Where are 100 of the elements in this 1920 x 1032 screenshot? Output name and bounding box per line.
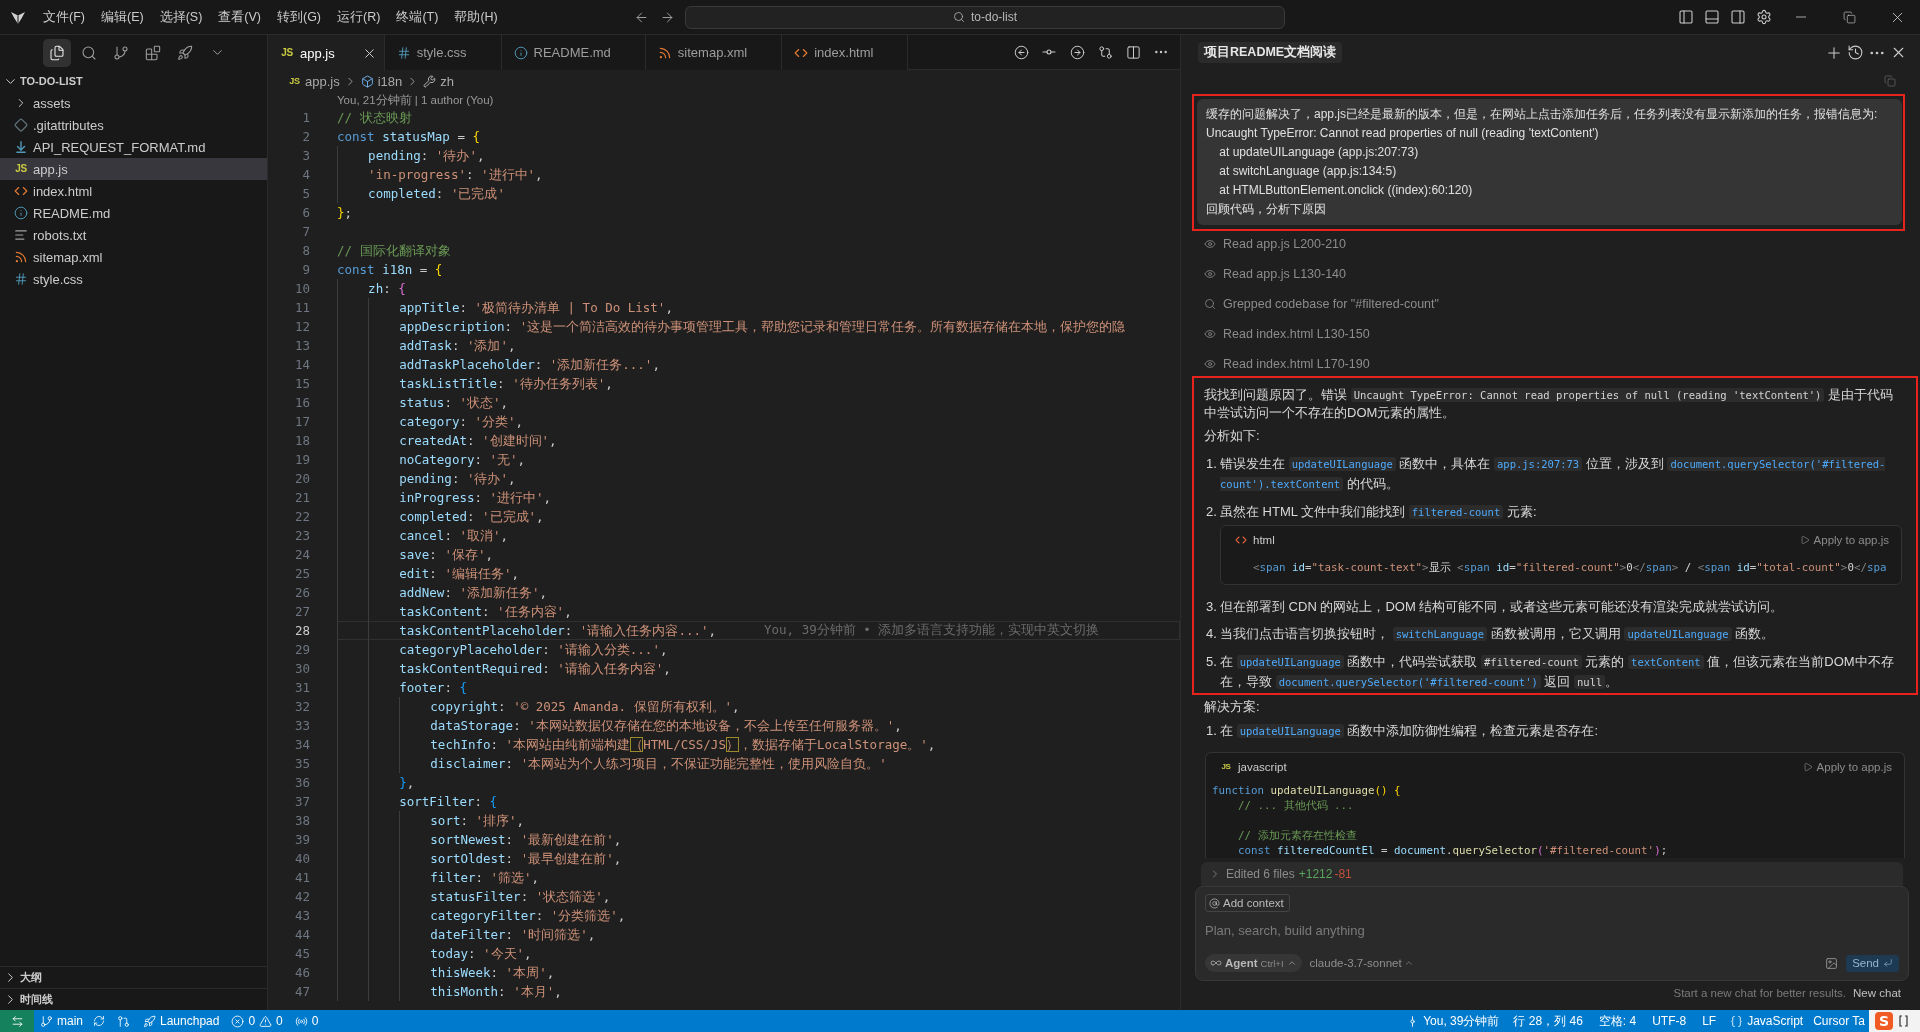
blame-status-button[interactable]: You, 39分钟前 bbox=[1400, 1010, 1506, 1032]
apply-button[interactable]: Apply to app.js bbox=[1802, 760, 1892, 773]
language-mode-button[interactable]: JavaScript bbox=[1724, 1010, 1810, 1032]
line-number: 10 bbox=[293, 280, 311, 298]
command-center-search[interactable]: to-do-list bbox=[685, 5, 1285, 29]
section-header[interactable]: 大纲 bbox=[0, 966, 267, 988]
code-line: footer: { bbox=[337, 678, 467, 697]
left-panel-icon[interactable] bbox=[1678, 9, 1694, 25]
pull-request-icon[interactable] bbox=[116, 1014, 130, 1028]
agent-mode-button[interactable]: Agent Ctrl+I bbox=[1205, 954, 1302, 972]
cursor-tab-button[interactable]: Cursor Ta bbox=[1809, 1010, 1869, 1032]
blocks-icon bbox=[145, 44, 161, 61]
problems-button[interactable]: 0 0 bbox=[225, 1010, 289, 1032]
code-line: taskContentRequired: '请输入任务内容', bbox=[337, 659, 671, 678]
add-context-button[interactable]: Add context bbox=[1205, 894, 1290, 912]
editor-tab[interactable]: style.css bbox=[384, 35, 502, 70]
folder-item[interactable]: assets bbox=[0, 92, 267, 114]
circle-arrow-left-icon[interactable] bbox=[1013, 44, 1029, 60]
send-button[interactable]: Send bbox=[1846, 954, 1899, 972]
model-selector[interactable]: claude-3.7-sonnet bbox=[1309, 957, 1414, 969]
menu-item[interactable]: 编辑(E) bbox=[92, 5, 152, 29]
chat-input[interactable]: Plan, search, build anything bbox=[1205, 917, 1899, 943]
chat-tab[interactable]: 项目README文档阅读 bbox=[1198, 42, 1343, 63]
forward-arrow-icon[interactable] bbox=[659, 9, 675, 25]
menu-item[interactable]: 帮助(H) bbox=[446, 5, 506, 29]
editor-tab[interactable]: JS app.js bbox=[268, 35, 385, 71]
line-number: 41 bbox=[293, 869, 311, 887]
menu-item[interactable]: 终端(T) bbox=[388, 5, 447, 29]
line-number: 15 bbox=[293, 375, 311, 393]
tool-step[interactable]: Grepped codebase for "#filtered-count" bbox=[1223, 297, 1439, 311]
new-chat-link[interactable]: New chat bbox=[1853, 987, 1901, 999]
file-item[interactable]: index.html bbox=[0, 180, 267, 202]
restore-icon[interactable] bbox=[1842, 10, 1856, 24]
right-panel-icon[interactable] bbox=[1730, 9, 1746, 25]
breadcrumb-item[interactable]: JS app.js bbox=[288, 73, 340, 89]
file-item[interactable]: sitemap.xml bbox=[0, 246, 267, 268]
menu-item[interactable]: 转到(G) bbox=[269, 5, 330, 29]
chevron-up-icon bbox=[1403, 958, 1414, 968]
code-line: disclaimer: '本网站为个人练习项目，不保证功能完整性，使用风险自负。' bbox=[337, 754, 887, 773]
encoding-button[interactable]: UTF-8 bbox=[1644, 1010, 1695, 1032]
explorer-header[interactable]: TO-DO-LIST bbox=[0, 70, 267, 92]
history-icon[interactable] bbox=[1847, 43, 1864, 61]
bottom-panel-icon[interactable] bbox=[1704, 9, 1720, 25]
file-item[interactable]: README.md bbox=[0, 202, 267, 224]
file-item[interactable]: robots.txt bbox=[0, 224, 267, 246]
tool-step[interactable]: Read index.html L170-190 bbox=[1223, 357, 1370, 371]
image-icon[interactable] bbox=[1825, 956, 1839, 970]
info-icon bbox=[14, 206, 28, 220]
message-line: Uncaught TypeError: Cannot read properties of null (reading 'textContent') bbox=[1206, 125, 1600, 142]
circle-arrow-right-icon[interactable] bbox=[1069, 44, 1085, 60]
remote-icon bbox=[10, 1014, 24, 1028]
remote-button[interactable] bbox=[0, 1010, 34, 1032]
branch-button[interactable]: main bbox=[34, 1010, 89, 1032]
cursor-position-button[interactable]: 行 28，列 46 bbox=[1505, 1010, 1591, 1032]
ports-button[interactable]: 0 bbox=[288, 1010, 325, 1032]
breadcrumb-item[interactable]: zh bbox=[423, 73, 454, 89]
code-line: zh: { bbox=[337, 279, 406, 298]
indentation-button[interactable]: 空格: 4 bbox=[1590, 1010, 1645, 1032]
tool-step[interactable]: Read app.js L130-140 bbox=[1223, 267, 1346, 281]
line-number: 33 bbox=[293, 717, 311, 735]
line-ending-button[interactable]: LF bbox=[1694, 1010, 1725, 1032]
line-number: 32 bbox=[293, 698, 311, 716]
code-line: // 状态映射 bbox=[337, 109, 412, 127]
explorer-button[interactable] bbox=[43, 38, 71, 67]
file-item[interactable]: style.css bbox=[0, 268, 267, 290]
menu-item[interactable]: 运行(R) bbox=[329, 5, 389, 29]
apply-button[interactable]: Apply to app.js bbox=[1799, 533, 1889, 546]
git-compare-icon[interactable] bbox=[1097, 44, 1113, 60]
code-line: <span id="task-count-text">显示 <span id="filtered-count">0</span> / <span id="total-count">0</spa bbox=[1252, 560, 1888, 576]
line-number: 44 bbox=[293, 926, 311, 944]
breadcrumb-item[interactable]: i18n bbox=[360, 73, 403, 89]
sync-icon[interactable] bbox=[93, 1015, 105, 1027]
code-line: completed: '已完成' bbox=[337, 184, 505, 203]
code-line: addTask: '添加', bbox=[337, 336, 516, 355]
edited-files-label[interactable]: Edited 6 files bbox=[1226, 867, 1295, 881]
chat-composer-field[interactable]: Add context Plan, search, build anything Agent Ctrl+I claude-3.7-sonnet Send bbox=[1195, 886, 1909, 981]
tool-step[interactable]: Read index.html L130-150 bbox=[1223, 327, 1370, 341]
code-line: }, bbox=[337, 773, 415, 792]
back-arrow-icon[interactable] bbox=[633, 9, 649, 25]
list-number: 3. bbox=[1205, 598, 1218, 616]
line-number: 21 bbox=[293, 489, 311, 507]
split-editor-icon[interactable] bbox=[1125, 44, 1141, 60]
launchpad-status-button[interactable]: Launchpad bbox=[137, 1010, 226, 1032]
menu-item[interactable]: 文件(F) bbox=[35, 5, 93, 29]
menu-item[interactable]: 查看(V) bbox=[210, 5, 269, 29]
file-item[interactable]: .gitattributes bbox=[0, 114, 267, 136]
file-item[interactable]: JS app.js bbox=[0, 158, 267, 180]
lines-icon bbox=[14, 228, 28, 242]
codelens-annotation[interactable]: You, 21分钟前 | 1 author (You) bbox=[268, 92, 1180, 108]
settings-icon[interactable] bbox=[1756, 9, 1772, 25]
editor-tab[interactable]: sitemap.xml bbox=[645, 35, 783, 70]
menu-item[interactable]: 选择(S) bbox=[151, 5, 211, 29]
line-number: 9 bbox=[301, 261, 311, 279]
line-number: 19 bbox=[293, 451, 311, 469]
file-item[interactable]: API_REQUEST_FORMAT.md bbox=[0, 136, 267, 158]
tool-step[interactable]: Read app.js L200-210 bbox=[1223, 237, 1346, 251]
editor-tab[interactable]: index.html bbox=[782, 35, 909, 70]
line-number: 16 bbox=[293, 394, 311, 412]
editor-tab[interactable]: README.md bbox=[501, 35, 646, 70]
line-number: 12 bbox=[293, 318, 311, 336]
